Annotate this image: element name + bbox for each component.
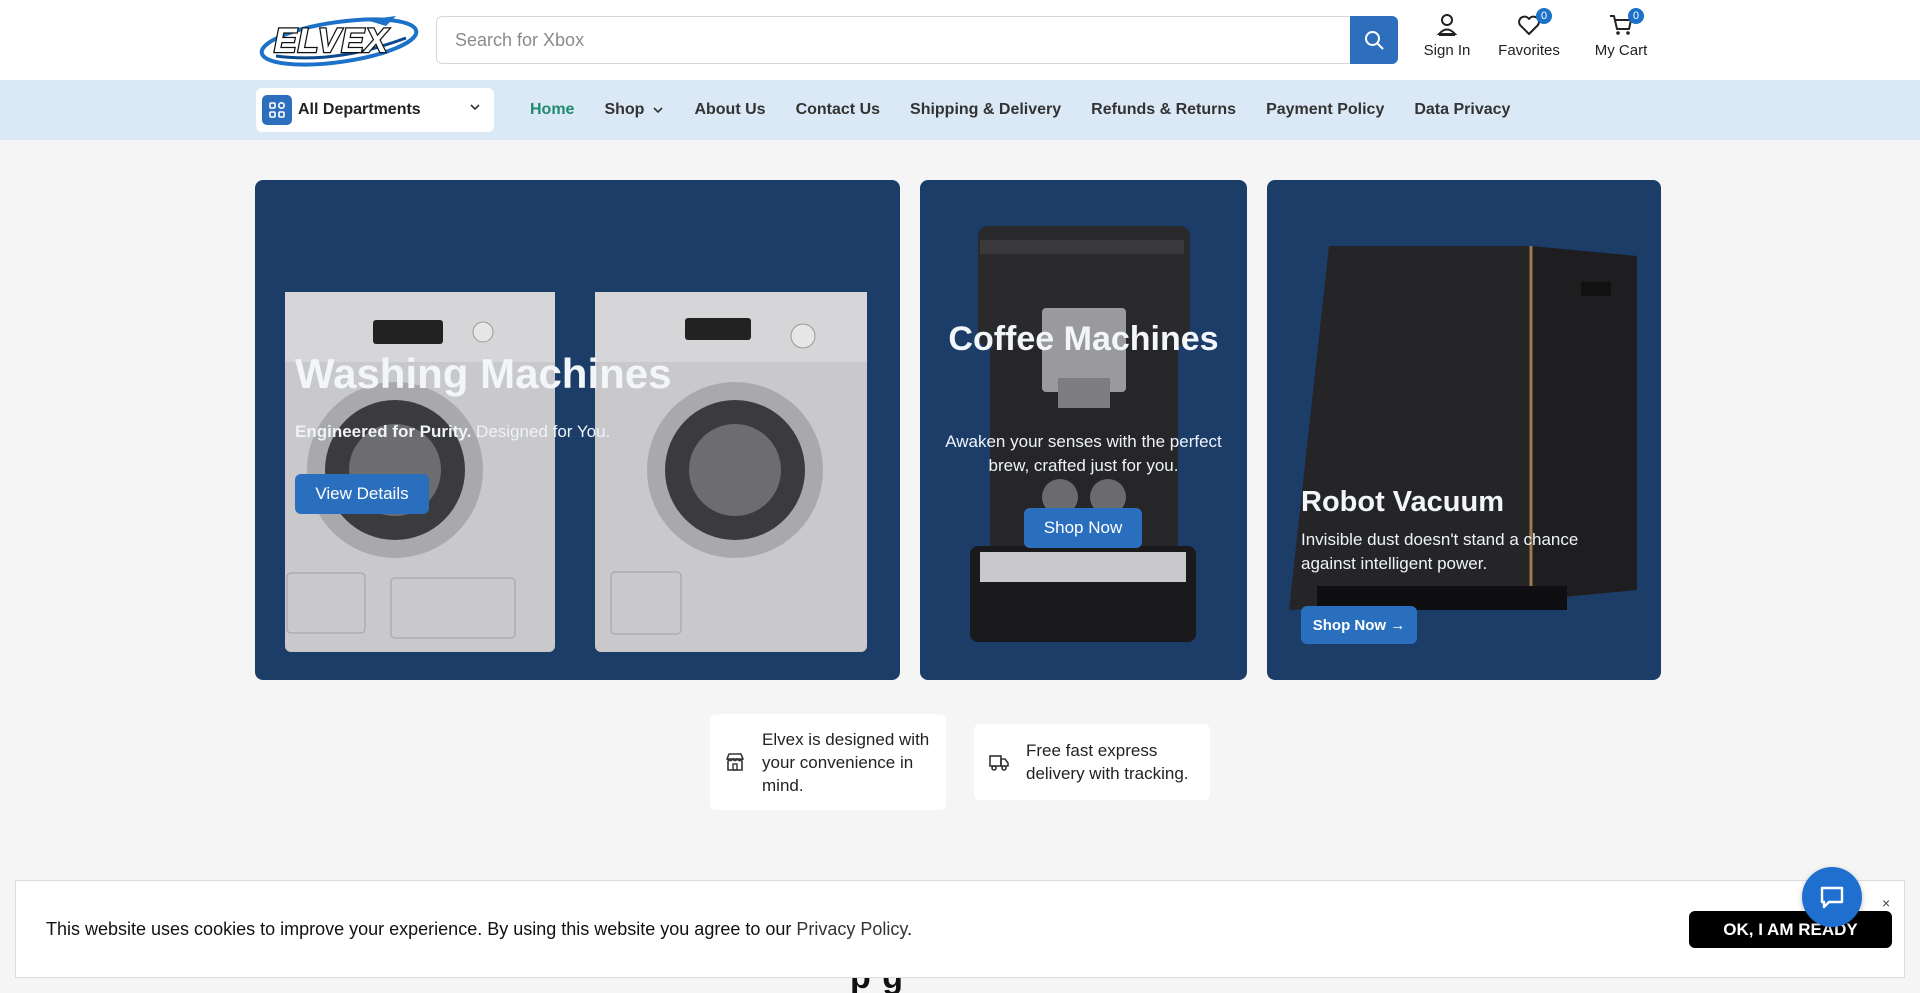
robot-vacuum-image	[1289, 246, 1637, 610]
nav-links: Home Shop About Us Contact Us Shipping &…	[530, 80, 1510, 140]
favorites-link[interactable]: 0 Favorites	[1484, 8, 1574, 68]
all-departments-label: All Departments	[298, 101, 421, 118]
sign-in-link[interactable]: Sign In	[1402, 12, 1492, 68]
main-nav-bar: All Departments Home Shop About Us Conta…	[0, 80, 1920, 140]
close-icon[interactable]: ×	[1882, 895, 1890, 911]
cart-link[interactable]: 0 My Cart	[1576, 8, 1666, 68]
nav-shipping[interactable]: Shipping & Delivery	[910, 101, 1061, 119]
nav-payment[interactable]: Payment Policy	[1266, 101, 1384, 119]
washing-subtitle-rest: Designed for You.	[471, 422, 611, 441]
search-input[interactable]	[437, 17, 1350, 63]
washing-machines-subtitle: Engineered for Purity. Designed for You.	[295, 422, 610, 442]
chevron-down-icon	[653, 107, 664, 114]
view-details-button[interactable]: View Details	[295, 474, 429, 514]
nav-contact[interactable]: Contact Us	[796, 101, 880, 119]
store-icon	[726, 753, 744, 771]
chevron-down-icon	[470, 104, 480, 111]
vacuum-shop-now-button[interactable]: Shop Now →	[1301, 606, 1417, 644]
chat-button[interactable]	[1802, 867, 1862, 927]
nav-refunds[interactable]: Refunds & Returns	[1091, 101, 1236, 119]
nav-about[interactable]: About Us	[694, 101, 765, 119]
cart-icon: 0	[1608, 8, 1644, 38]
cookie-banner: This website uses cookies to improve you…	[15, 880, 1905, 978]
site-header: ELVEX Sign In 0 Favorites	[0, 0, 1920, 80]
washing-subtitle-bold: Engineered for Purity.	[295, 422, 472, 441]
search-button[interactable]	[1350, 16, 1398, 64]
chat-icon	[1820, 886, 1844, 909]
feature-convenience-text: Elvex is designed with your convenience …	[762, 729, 930, 795]
nav-privacy[interactable]: Data Privacy	[1414, 101, 1510, 119]
cookie-message: This website uses cookies to improve you…	[46, 919, 912, 940]
search-bar	[436, 16, 1398, 64]
coffee-shop-now-button[interactable]: Shop Now	[1024, 508, 1142, 548]
cart-label: My Cart	[1594, 42, 1648, 59]
nav-shop-label: Shop	[604, 101, 645, 118]
feature-convenience: Elvex is designed with your convenience …	[710, 714, 946, 810]
search-icon	[1365, 31, 1384, 50]
truck-icon	[989, 755, 1009, 771]
coffee-machines-subtitle: Awaken your senses with the perfect brew…	[945, 432, 1222, 475]
elvex-logo[interactable]: ELVEX	[256, 12, 422, 68]
favorites-count-badge: 0	[1536, 8, 1552, 24]
favorites-label: Favorites	[1498, 42, 1560, 59]
feature-delivery-text: Free fast express delivery with tracking…	[1026, 741, 1189, 783]
robot-vacuum-title: Robot Vacuum	[1301, 486, 1505, 518]
nav-home[interactable]: Home	[530, 101, 574, 119]
cookie-text-end: .	[907, 919, 913, 939]
heart-icon: 0	[1516, 8, 1552, 38]
robot-vacuum-banner[interactable]: Robot Vacuum Invisible dust doesn't stan…	[1267, 180, 1661, 680]
grid-icon	[262, 95, 292, 125]
privacy-policy-link[interactable]: Privacy Policy	[796, 919, 907, 939]
feature-delivery: Free fast express delivery with tracking…	[974, 724, 1210, 800]
cookie-text: This website uses cookies to improve you…	[46, 919, 792, 939]
all-departments-dropdown[interactable]: All Departments	[256, 88, 494, 132]
cookie-accept-button[interactable]: OK, I AM READY	[1689, 911, 1892, 948]
svg-text:ELVEX: ELVEX	[274, 22, 390, 60]
sign-in-label: Sign In	[1423, 42, 1471, 59]
cart-count-badge: 0	[1628, 8, 1644, 24]
washing-machines-banner[interactable]: Washing Machines Engineered for Purity. …	[255, 180, 900, 680]
nav-shop[interactable]: Shop	[604, 101, 664, 119]
coffee-machines-banner[interactable]: Coffee Machines Awaken your senses with …	[920, 180, 1247, 680]
robot-vacuum-subtitle: Invisible dust doesn't stand a chance ag…	[1301, 530, 1579, 573]
user-icon	[1434, 12, 1460, 38]
coffee-machines-title: Coffee Machines	[948, 320, 1219, 358]
washing-machines-title: Washing Machines	[295, 350, 672, 397]
